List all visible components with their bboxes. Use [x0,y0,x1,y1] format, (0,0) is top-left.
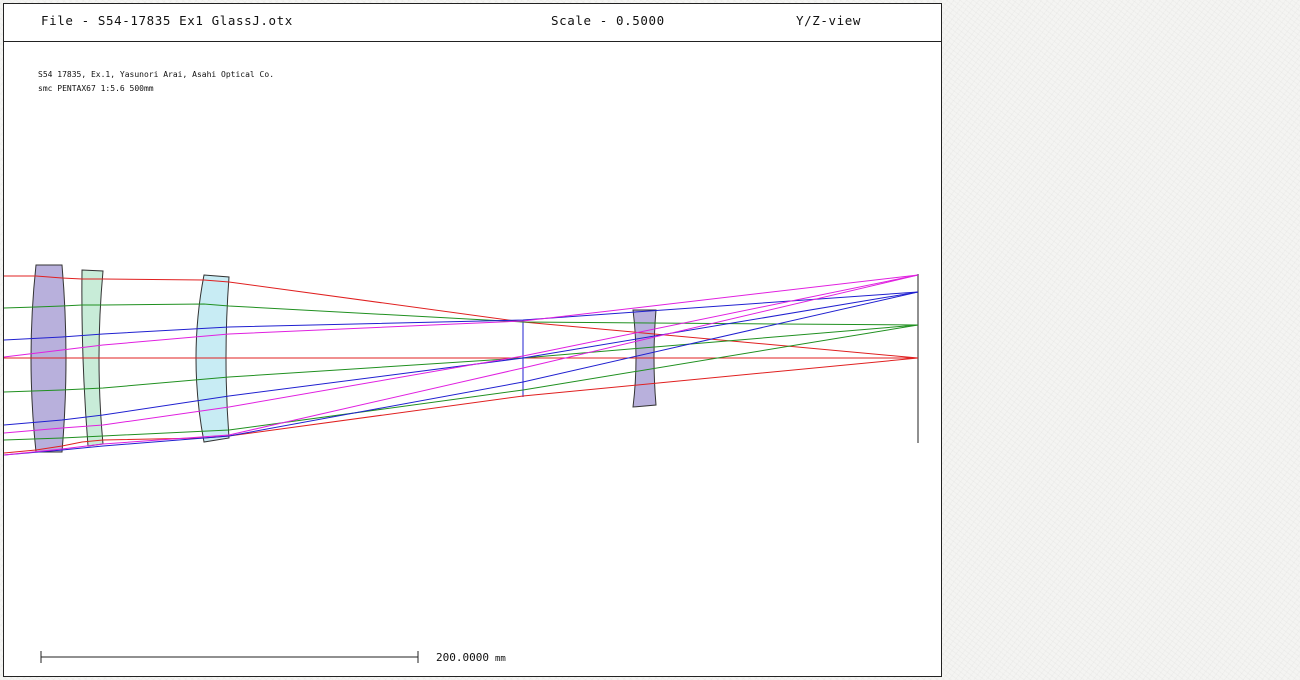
scale-bar-label: 200.0000 mm [436,651,506,664]
scale-bar-unit: mm [494,654,506,664]
optical-layout-diagram [3,264,919,663]
scale-bar-value: 200.0000 [436,651,489,664]
ray-red-lower [3,357,919,454]
ray-red-upper [4,275,919,359]
ray-blue-upper [3,291,919,341]
ray-blue-lower [3,291,919,456]
ray-magenta-upper [3,274,919,358]
